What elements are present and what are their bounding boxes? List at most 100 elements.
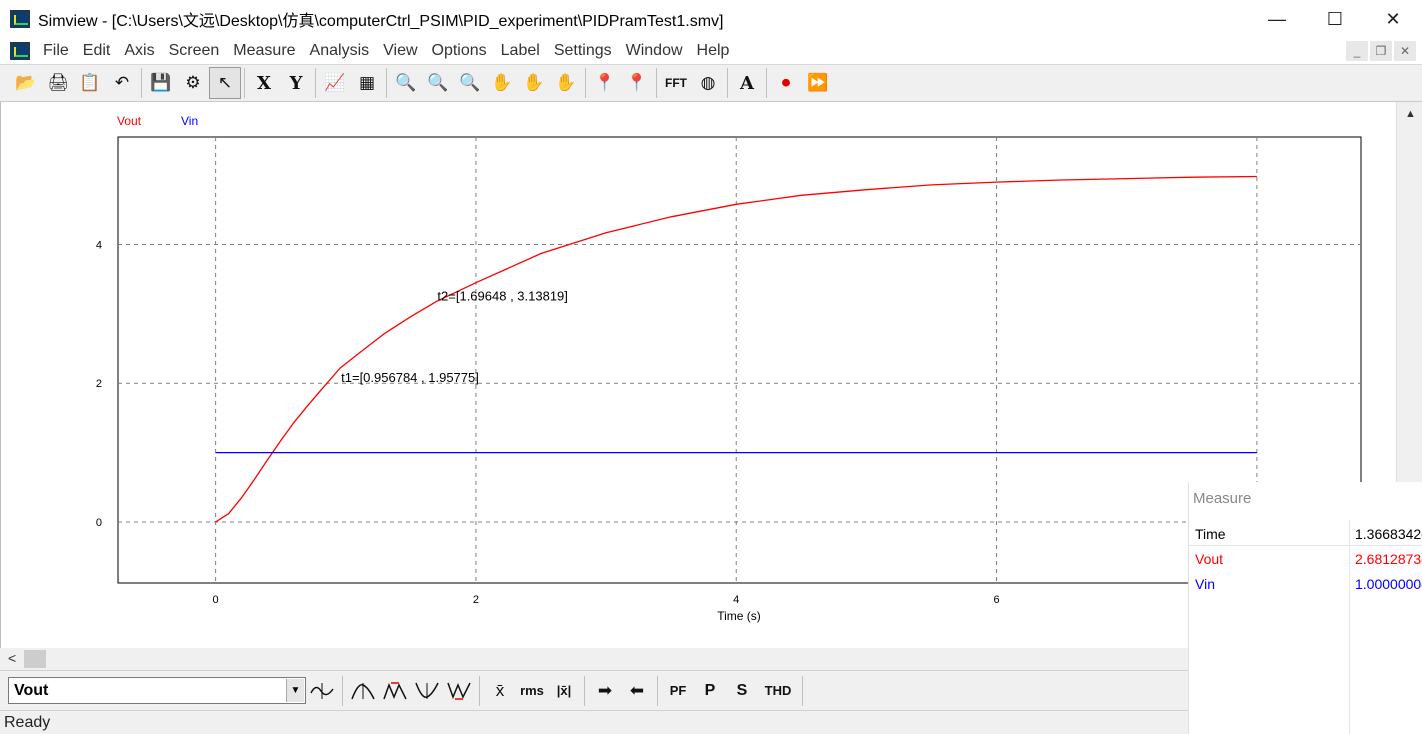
- rms-button[interactable]: rms: [516, 676, 548, 706]
- pan-hand-minus-icon[interactable]: ✋: [550, 67, 582, 99]
- add-curve-icon[interactable]: 📈: [319, 67, 351, 99]
- y-tick-label: 0: [96, 517, 102, 529]
- mdi-restore-button[interactable]: ❐: [1370, 41, 1392, 61]
- min-icon[interactable]: [411, 676, 443, 706]
- dropdown-arrow-icon[interactable]: ▼: [286, 679, 304, 702]
- menu-bar: File Edit Axis Screen Measure Analysis V…: [0, 38, 1422, 64]
- menu-help[interactable]: Help: [690, 42, 737, 60]
- menu-measure[interactable]: Measure: [226, 42, 302, 60]
- toolbar-separator: [141, 68, 142, 98]
- zoom-icon[interactable]: 🔍: [390, 67, 422, 99]
- left-arrow-icon[interactable]: ⬅: [621, 676, 653, 706]
- close-button[interactable]: ✕: [1364, 0, 1422, 38]
- measure-row-time[interactable]: Time 1.3668342e: [1189, 522, 1422, 546]
- main-toolbar: 📂 🖨 📋 ↶ 💾 ⚙ ↖ X Y 📈 ▦ 🔍 🔍 🔍 ✋ ✋ ✋ 📍 📍 FF…: [0, 64, 1422, 102]
- pan-hand-icon[interactable]: ✋: [486, 67, 518, 99]
- measure-value: 2.6812873e: [1355, 551, 1422, 567]
- power-factor-button[interactable]: PF: [662, 676, 694, 706]
- wave-cursor-icon[interactable]: [306, 676, 338, 706]
- measure-row-vout[interactable]: Vout 2.6812873e: [1189, 547, 1422, 571]
- clipboard-icon[interactable]: 📋: [74, 67, 106, 99]
- menu-file[interactable]: File: [36, 42, 76, 60]
- toolbar-separator: [342, 675, 343, 706]
- abs-average-button[interactable]: |x̄|: [548, 676, 580, 706]
- menu-screen[interactable]: Screen: [162, 42, 227, 60]
- measure-value: 1.0000000e: [1355, 576, 1422, 592]
- legend-vin: Vin: [181, 114, 198, 128]
- mdi-close-button[interactable]: ✕: [1394, 41, 1416, 61]
- next-min-icon[interactable]: [443, 676, 475, 706]
- select-pointer-icon[interactable]: ↖: [209, 67, 241, 99]
- toolbar-separator: [657, 675, 658, 706]
- max-icon[interactable]: [347, 676, 379, 706]
- pan-hand-plus-icon[interactable]: ✋: [518, 67, 550, 99]
- minimize-button[interactable]: —: [1248, 0, 1306, 38]
- document-icon[interactable]: [10, 42, 30, 60]
- horizontal-scrollbar[interactable]: <: [0, 648, 1188, 670]
- measure-row-vin[interactable]: Vin 1.0000000e: [1189, 572, 1422, 596]
- menu-view[interactable]: View: [376, 42, 424, 60]
- zoom-out-icon[interactable]: 🔍: [454, 67, 486, 99]
- fft-button[interactable]: FFT: [660, 67, 692, 99]
- toolbar-separator: [727, 68, 728, 98]
- next-max-icon[interactable]: [379, 676, 411, 706]
- zoom-in-icon[interactable]: 🔍: [422, 67, 454, 99]
- measure-panel-title: Measure: [1193, 490, 1252, 507]
- mdi-minimize-button[interactable]: _: [1346, 41, 1368, 61]
- screen-layout-icon[interactable]: ▦: [351, 67, 383, 99]
- scroll-thumb[interactable]: [24, 650, 46, 668]
- menu-analysis[interactable]: Analysis: [303, 42, 377, 60]
- apparent-power-button[interactable]: S: [726, 676, 758, 706]
- window-title: Simview - [C:\Users\文远\Desktop\仿真\comput…: [38, 13, 724, 30]
- menu-edit[interactable]: Edit: [76, 42, 118, 60]
- curve-select[interactable]: Vout ▼: [8, 677, 306, 704]
- measure-name: Time: [1195, 526, 1226, 542]
- toolbar-separator: [656, 68, 657, 98]
- y-axis-button[interactable]: Y: [280, 67, 312, 99]
- fft-circle-icon[interactable]: ◍: [692, 67, 724, 99]
- status-bar: Ready: [0, 710, 1188, 734]
- menu-axis[interactable]: Axis: [117, 42, 161, 60]
- toolbar-separator: [479, 675, 480, 706]
- toolbar-separator: [585, 68, 586, 98]
- measure-annotation-2: t2=[1.69648 , 3.13819]: [437, 288, 567, 303]
- thd-button[interactable]: THD: [758, 676, 798, 706]
- measure-name: Vin: [1195, 576, 1215, 592]
- menu-window[interactable]: Window: [619, 42, 690, 60]
- toolbar-separator: [244, 68, 245, 98]
- undo-icon[interactable]: ↶: [106, 67, 138, 99]
- plot-view[interactable]: Vout Vin 0 2 4 6 0 2 4 t1=[0.956784 , 1.95775]…: [0, 102, 1396, 648]
- toolbar-separator: [386, 68, 387, 98]
- status-text: Ready: [4, 713, 51, 731]
- measure-toolbar: Vout ▼ x̄ rms |x̄| ➡ ⬅ PF P S THD: [0, 670, 1188, 710]
- scroll-left-icon[interactable]: <: [8, 650, 16, 666]
- legend-vout: Vout: [117, 114, 142, 128]
- marker-text-icon[interactable]: 📍: [621, 67, 653, 99]
- open-folder-icon[interactable]: 📂: [10, 67, 42, 99]
- maximize-button[interactable]: ☐: [1306, 0, 1364, 38]
- label-text-button[interactable]: A: [731, 67, 763, 99]
- measure-annotation-1: t1=[0.956784 , 1.95775]: [341, 370, 479, 385]
- toolbar-separator: [584, 675, 585, 706]
- data-disk-icon[interactable]: 💾: [145, 67, 177, 99]
- menu-options[interactable]: Options: [425, 42, 494, 60]
- average-button[interactable]: x̄: [484, 676, 516, 706]
- menu-settings[interactable]: Settings: [547, 42, 619, 60]
- vertical-scrollbar[interactable]: ▲: [1396, 102, 1422, 482]
- y-tick-label: 4: [96, 240, 102, 252]
- replay-icon[interactable]: ⏩: [802, 67, 834, 99]
- real-power-button[interactable]: P: [694, 676, 726, 706]
- x-tick-label: 4: [733, 594, 739, 606]
- toolbar-separator: [802, 675, 803, 706]
- scroll-up-icon[interactable]: ▲: [1405, 108, 1416, 120]
- record-icon[interactable]: ⏺: [770, 67, 802, 99]
- x-axis-button[interactable]: X: [248, 67, 280, 99]
- right-arrow-icon[interactable]: ➡: [589, 676, 621, 706]
- toolbar-separator: [766, 68, 767, 98]
- title-bar: Simview - [C:\Users\文远\Desktop\仿真\comput…: [0, 0, 1422, 38]
- mdi-controls: _ ❐ ✕: [1346, 41, 1416, 61]
- marker-icon[interactable]: 📍: [589, 67, 621, 99]
- plot-settings-icon[interactable]: ⚙: [177, 67, 209, 99]
- print-icon[interactable]: 🖨: [42, 67, 74, 99]
- menu-label[interactable]: Label: [494, 42, 547, 60]
